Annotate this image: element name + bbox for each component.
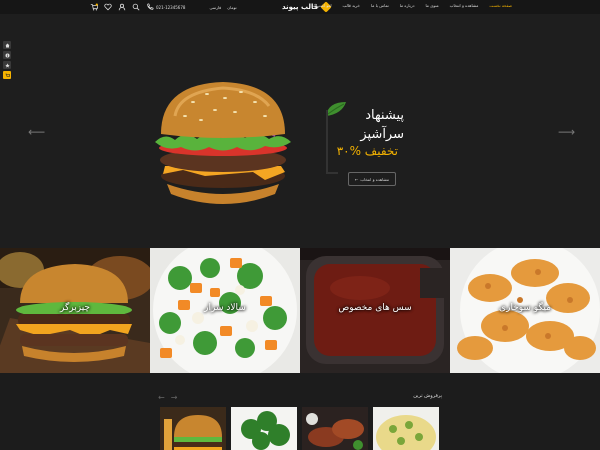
category-card-special-sauces[interactable]: سس های مخصوص	[300, 248, 450, 373]
info-icon[interactable]	[3, 51, 11, 59]
user-icon[interactable]	[118, 3, 126, 11]
cart-icon[interactable]	[3, 71, 11, 79]
language-select[interactable]: فارسی	[209, 5, 221, 10]
hero-title-line1: پیشنهاد	[365, 108, 404, 123]
hero-view-button[interactable]: ← مشاهده و انتخاب	[348, 172, 396, 186]
product-image-burger	[160, 407, 226, 450]
header-tools: 021-12345678 فارسی تومان	[90, 2, 237, 12]
header-phone[interactable]: 021-12345678	[146, 3, 185, 11]
nav-item-unsubscribe[interactable]: لغو اشتراک	[312, 3, 331, 8]
decorative-bracket	[326, 110, 338, 174]
currency-select[interactable]: تومان	[227, 5, 236, 10]
arrow-left-icon[interactable]: ←	[158, 393, 171, 402]
arrow-left-icon[interactable]: ⟵	[28, 126, 45, 138]
product-card-grilled-chicken[interactable]	[302, 407, 368, 450]
category-label: میگو سوخاری	[499, 303, 551, 313]
arrow-left-small-icon: ←	[354, 176, 359, 182]
burger-image	[155, 82, 291, 204]
nav-item-home[interactable]: صفحه نخست	[489, 3, 512, 8]
heart-icon[interactable]	[104, 3, 112, 11]
category-label: سس های مخصوص	[338, 303, 412, 313]
hero-title-line2: سرآشپز	[360, 127, 404, 142]
search-icon[interactable]	[132, 3, 140, 11]
side-toolbar	[3, 41, 11, 79]
product-image-chicken	[302, 407, 368, 450]
main-nav: صفحه نخست مشاهده و انتخاب منوی ما درباره…	[312, 3, 512, 8]
cart-icon[interactable]	[90, 3, 98, 11]
phone-icon	[147, 3, 154, 10]
bestsellers-nav: ←→	[158, 393, 183, 402]
bestsellers-section: پرفروش ترین ←→	[0, 373, 600, 450]
product-card-salad-bowl[interactable]	[373, 407, 439, 450]
arrow-right-icon[interactable]: ⟶	[558, 126, 575, 138]
category-card-cheeseburger[interactable]: چیزبرگر	[0, 248, 150, 373]
category-label: سالاد سزار	[204, 303, 246, 313]
nav-item-about[interactable]: درباره ما	[400, 3, 415, 8]
category-card-fried-shrimp[interactable]: میگو سوخاری	[450, 248, 600, 373]
home-icon[interactable]	[3, 41, 11, 49]
product-card-herbs[interactable]	[231, 407, 297, 450]
product-image-herbs	[231, 407, 297, 450]
category-grid: چیزبرگر سالاد سزار سس های مخصوص میگو سوخ…	[0, 248, 600, 373]
hero-discount: ۳۰% تخفیف	[336, 144, 398, 158]
nav-item-contact[interactable]: تماس با ما	[371, 3, 389, 8]
star-icon[interactable]	[3, 61, 11, 69]
product-card-burger[interactable]	[160, 407, 226, 450]
arrow-right-icon[interactable]: →	[171, 393, 184, 402]
category-card-caesar-salad[interactable]: سالاد سزار	[150, 248, 300, 373]
product-image-salad-bowl	[373, 407, 439, 450]
category-label: چیزبرگر	[60, 303, 90, 313]
site-header: 021-12345678 فارسی تومان قالب پیوند صفحه…	[0, 0, 600, 14]
hero-slider: ⟵ ⟶ پیشنهاد سرآشپز ۳۰% تخفیف ← مشاهده و …	[0, 14, 600, 248]
nav-item-buy-theme[interactable]: خرید قالب	[343, 3, 360, 8]
bestsellers-title: پرفروش ترین	[413, 393, 442, 399]
hero-button-label: مشاهده و انتخاب	[360, 176, 390, 182]
nav-item-browse[interactable]: مشاهده و انتخاب	[450, 3, 479, 8]
phone-number: 021-12345678	[156, 4, 186, 10]
nav-item-menu[interactable]: منوی ما	[425, 3, 438, 8]
